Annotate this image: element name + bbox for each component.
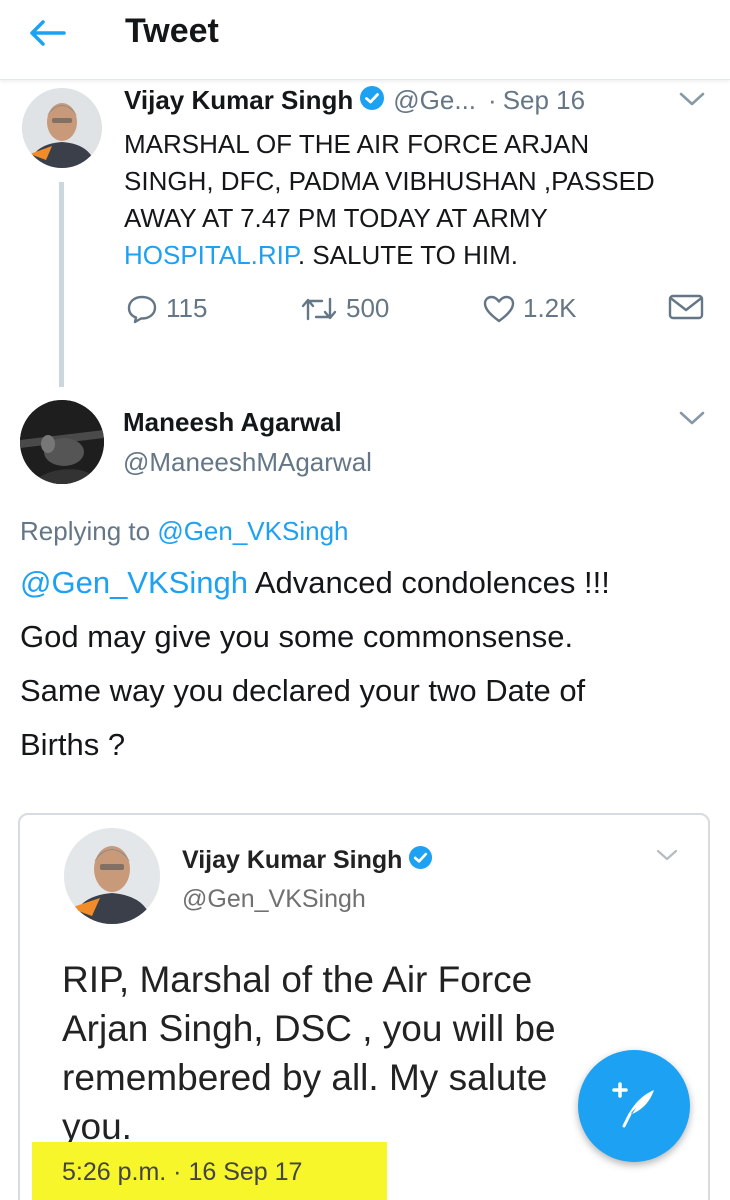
tweet-header: Vijay Kumar Singh @Ge... · Sep 16 xyxy=(124,85,585,116)
tweet-options-chevron[interactable] xyxy=(678,410,706,431)
reply-text-line: God may give you some commonsense. xyxy=(20,619,574,654)
author-name[interactable]: Vijay Kumar Singh xyxy=(124,85,353,116)
embedded-tweet-header: Vijay Kumar Singh xyxy=(182,845,433,875)
tweet-options-chevron[interactable] xyxy=(678,91,706,112)
like-button[interactable]: 1.2K xyxy=(483,293,577,324)
author-name: Vijay Kumar Singh xyxy=(182,845,403,874)
like-count: 1.2K xyxy=(523,293,577,323)
chevron-down-icon xyxy=(679,411,705,425)
hospital-link[interactable]: HOSPITAL.RIP xyxy=(124,240,298,270)
chevron-down-icon xyxy=(679,92,705,106)
tweet-text-line: AWAY AT 7.47 PM TODAY AT ARMY xyxy=(124,203,548,233)
retweet-count: 500 xyxy=(346,293,390,323)
replying-to: Replying to @Gen_VKSingh xyxy=(20,516,349,547)
top-bar: Tweet xyxy=(0,0,730,80)
tweet-date[interactable]: Sep 16 xyxy=(503,85,585,116)
author-handle[interactable]: @ManeeshMAgarwal xyxy=(123,447,372,478)
tweet-text-tail: . SALUTE TO HIM. xyxy=(297,240,518,270)
thread-connector-line xyxy=(59,182,64,387)
arrow-left-icon xyxy=(30,20,66,46)
avatar[interactable] xyxy=(22,88,102,168)
embedded-text-line: Arjan Singh, DSC , you will be xyxy=(62,1008,556,1049)
author-handle[interactable]: @Ge... xyxy=(393,85,476,116)
embedded-tweet-text: RIP, Marshal of the Air Force Arjan Sing… xyxy=(62,955,556,1151)
reply-text: @Gen_VKSingh Advanced condolences !!! Go… xyxy=(20,556,720,772)
embedded-text-line: remembered by all. My salute xyxy=(62,1057,548,1098)
author-name[interactable]: Maneesh Agarwal xyxy=(123,407,342,438)
page-title: Tweet xyxy=(125,12,219,50)
reply-text-line: @Gen_VKSingh Advanced condolences !!! xyxy=(20,556,720,610)
separator-dot: · xyxy=(488,85,497,115)
retweet-icon xyxy=(301,297,337,320)
replying-to-label: Replying to xyxy=(20,516,151,546)
direct-message-button[interactable] xyxy=(668,293,704,321)
avatar[interactable] xyxy=(20,400,104,484)
tweet-actions: 115 500 1.2K xyxy=(0,293,730,333)
envelope-icon xyxy=(668,294,704,320)
mention-link[interactable]: @Gen_VKSingh xyxy=(20,565,248,600)
tweet-text-line: HOSPITAL.RIP. SALUTE TO HIM. xyxy=(124,237,714,274)
reply-text-segment: Advanced condolences !!! xyxy=(247,565,610,600)
reply-text-line: Births ? xyxy=(20,727,126,762)
embedded-timestamp: 5:26 p.m. · 16 Sep 17 xyxy=(62,1158,303,1186)
embedded-text-line: RIP, Marshal of the Air Force xyxy=(62,959,533,1000)
reply-text-line: Same way you declared your two Date of xyxy=(20,673,586,708)
replying-to-handle[interactable]: @Gen_VKSingh xyxy=(157,516,348,546)
heart-icon xyxy=(483,295,515,322)
author-handle: @Gen_VKSingh xyxy=(182,885,366,913)
compose-feather-icon xyxy=(612,1082,654,1128)
avatar xyxy=(64,828,160,924)
verified-badge-icon xyxy=(408,845,433,875)
chevron-down-icon xyxy=(655,848,679,867)
reply-count: 115 xyxy=(166,293,208,323)
tweet-text: MARSHAL OF THE AIR FORCE ARJAN SINGH, DF… xyxy=(124,126,714,274)
tweet-text-line: MARSHAL OF THE AIR FORCE ARJAN xyxy=(124,129,590,159)
retweet-button[interactable]: 500 xyxy=(300,293,389,324)
tweet-text-line: SINGH, DFC, PADMA VIBHUSHAN ,PASSED xyxy=(124,166,655,196)
back-button[interactable] xyxy=(28,18,68,48)
compose-tweet-button[interactable] xyxy=(578,1050,690,1162)
reply-button[interactable]: 115 xyxy=(126,293,207,324)
verified-badge-icon xyxy=(359,85,385,116)
reply-icon xyxy=(127,295,157,323)
